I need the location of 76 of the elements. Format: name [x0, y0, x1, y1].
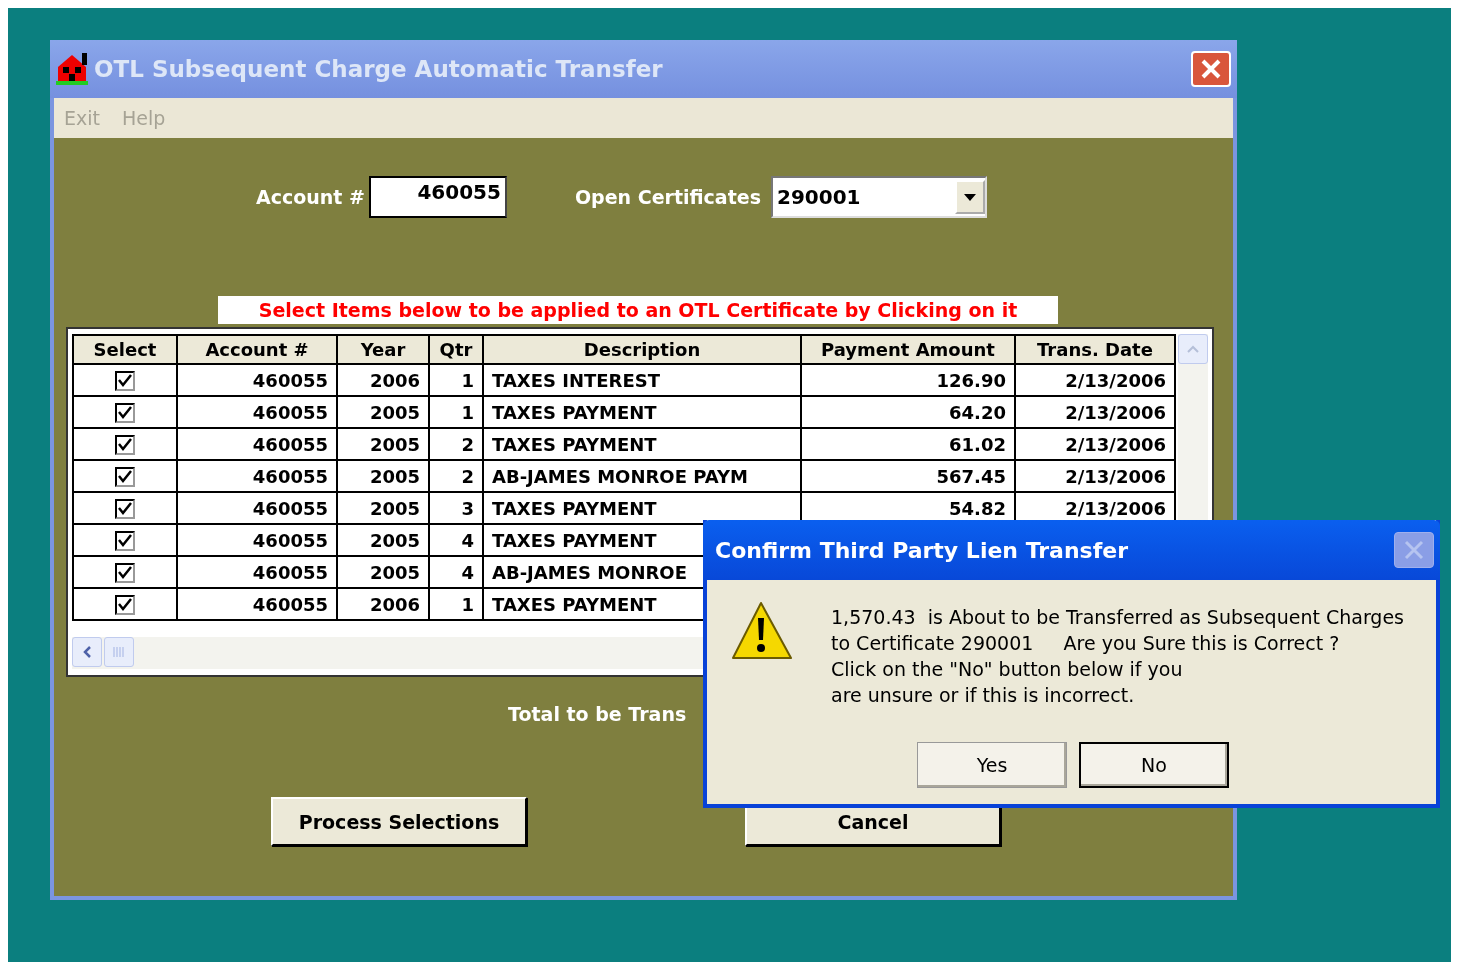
column-header[interactable]: Payment Amount [801, 335, 1015, 364]
scroll-thumb[interactable] [104, 637, 134, 667]
warning-icon [729, 600, 793, 662]
table-cell: 2005 [337, 524, 429, 556]
column-header[interactable]: Select [73, 335, 177, 364]
chevron-left-icon [83, 646, 91, 658]
table-cell: 1 [429, 396, 483, 428]
table-cell: 460055 [177, 428, 337, 460]
instruction-text: Select Items below to be applied to an OTL Certificate by Clicking on it [218, 296, 1058, 324]
message-text: to Certificate 290001 Are you Sure this is Correct ? [831, 631, 1341, 656]
window-title: OTL Subsequent Charge Automatic Transfer [94, 56, 663, 82]
chevron-up-icon [1187, 345, 1199, 353]
message-text: 1,570.43 is About to be Transferred as Subsequent Charges [831, 605, 1404, 630]
column-header[interactable]: Qtr [429, 335, 483, 364]
grip-icon [113, 647, 125, 657]
table-cell: TAXES PAYMENT [483, 396, 801, 428]
table-cell: 1 [429, 364, 483, 396]
select-checkbox[interactable] [115, 435, 135, 455]
table-cell: 64.20 [801, 396, 1015, 428]
table-cell: 2 [429, 460, 483, 492]
table-cell: TAXES PAYMENT [483, 428, 801, 460]
select-checkbox[interactable] [115, 371, 135, 391]
table-cell: 2005 [337, 428, 429, 460]
table-cell: 2/13/2006 [1015, 460, 1175, 492]
select-checkbox[interactable] [115, 467, 135, 487]
table-cell: 2005 [337, 460, 429, 492]
column-header[interactable]: Account # [177, 335, 337, 364]
message-text: are unsure or if this is incorrect. [831, 683, 1136, 708]
house-icon [56, 53, 88, 85]
table-cell: AB-JAMES MONROE PAYM [483, 460, 801, 492]
table-cell: 2005 [337, 396, 429, 428]
certificates-label: Open Certificates [574, 186, 761, 208]
dialog-button[interactable]: No [1079, 742, 1229, 788]
table-cell: 4 [429, 524, 483, 556]
table-cell: 2005 [337, 556, 429, 588]
table-cell: 1 [429, 588, 483, 620]
table-cell: 2 [429, 428, 483, 460]
table-cell: 2/13/2006 [1015, 364, 1175, 396]
select-checkbox[interactable] [115, 403, 135, 423]
dropdown-button[interactable] [955, 180, 985, 214]
select-checkbox[interactable] [115, 531, 135, 551]
table-cell: 567.45 [801, 460, 1015, 492]
column-header[interactable]: Year [337, 335, 429, 364]
caret-icon [964, 193, 976, 201]
table-cell: 61.02 [801, 428, 1015, 460]
table-cell: 2005 [337, 492, 429, 524]
table-cell: 460055 [177, 556, 337, 588]
select-checkbox[interactable] [115, 595, 135, 615]
select-checkbox[interactable] [115, 563, 135, 583]
table-cell: 2006 [337, 588, 429, 620]
table-cell: 460055 [177, 524, 337, 556]
select-checkbox[interactable] [115, 499, 135, 519]
message-text: Click on the "No" button below if you [831, 657, 1184, 682]
table-cell: 2/13/2006 [1015, 428, 1175, 460]
table-cell: 460055 [177, 460, 337, 492]
account-label: Account # [256, 186, 365, 208]
table-cell: 126.90 [801, 364, 1015, 396]
table-cell: 460055 [177, 492, 337, 524]
column-header[interactable]: Description [483, 335, 801, 364]
table-cell: 2006 [337, 364, 429, 396]
table-cell: 2/13/2006 [1015, 396, 1175, 428]
table-cell: 460055 [177, 396, 337, 428]
table-cell: 3 [429, 492, 483, 524]
table-cell: TAXES INTEREST [483, 364, 801, 396]
certificates-dropdown[interactable]: 290001 [771, 176, 987, 218]
close-icon [1403, 539, 1425, 561]
table-cell: 460055 [177, 364, 337, 396]
total-label: Total to be Trans [508, 703, 688, 725]
dialog-button[interactable]: Yes [917, 742, 1067, 788]
scroll-left-button[interactable] [72, 637, 102, 667]
action-button[interactable]: Process Selections [271, 797, 527, 846]
close-icon [1200, 58, 1222, 80]
table-cell: 460055 [177, 588, 337, 620]
account-field[interactable]: 460055 [368, 176, 507, 218]
table-cell: 4 [429, 556, 483, 588]
column-header[interactable]: Trans. Date [1015, 335, 1175, 364]
